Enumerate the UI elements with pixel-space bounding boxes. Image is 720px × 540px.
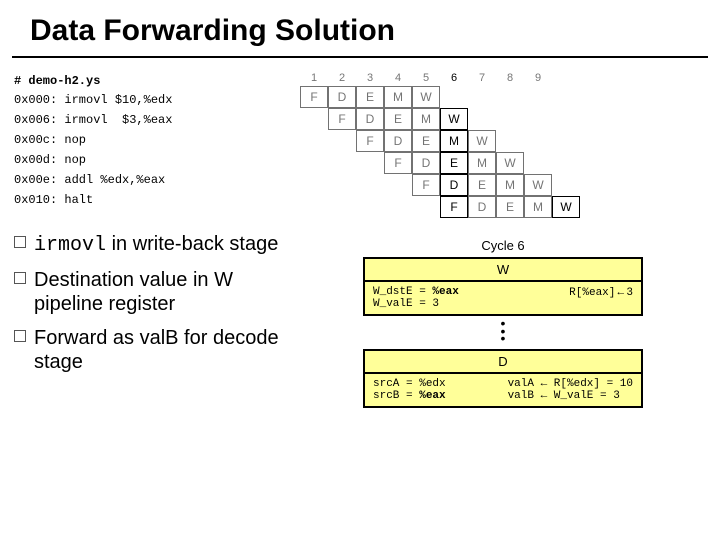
page-title: Data Forwarding Solution	[12, 0, 708, 58]
stage-cell: E	[468, 174, 496, 196]
stage-cell: F	[300, 86, 328, 108]
asm-line: 0x00d: nop	[14, 150, 294, 170]
bullet-item: Forward as valB for decode stage	[14, 326, 294, 374]
right-column: 1 2 3 4 5 6 7 8 9 FDEMWFDEMWFDEMWFDEMWFD…	[294, 68, 706, 412]
d-right: valA ← R[%edx] = 10 valB ← W_valE = 3	[508, 378, 633, 402]
cycle-num: 2	[328, 68, 356, 86]
asm-line: 0x010: halt	[14, 190, 294, 210]
stage-cell: E	[440, 152, 468, 174]
srcA-val: %edx	[419, 378, 445, 390]
bullet-list: irmovl in write-back stage Destination v…	[14, 232, 294, 374]
pipe-grid: FDEMWFDEMWFDEMWFDEMWFDEMWFDEMW	[300, 86, 706, 218]
srcA-label: srcA =	[373, 378, 413, 390]
cycle-num: 6	[440, 68, 468, 86]
pipe-cycle-header: 1 2 3 4 5 6 7 8 9	[300, 68, 706, 86]
cycle-num: 9	[524, 68, 552, 86]
asm-line: 0x000: irmovl $10,%edx	[14, 90, 294, 110]
srcB-val: %eax	[419, 390, 445, 402]
bullet-icon	[14, 236, 26, 248]
bullet-text: Forward as valB for decode stage	[34, 326, 294, 374]
arrow-icon: ←	[615, 286, 626, 298]
w-stage-header: W	[365, 259, 641, 282]
stage-cell: M	[468, 152, 496, 174]
stage-cell: E	[384, 108, 412, 130]
valB-line: valB ← W_valE = 3	[508, 390, 633, 402]
stage-cell: F	[328, 108, 356, 130]
w-reg-target: R[%eax]	[569, 287, 615, 299]
stage-cell: W	[524, 174, 552, 196]
stage-cell: W	[412, 86, 440, 108]
left-column: # demo-h2.ys 0x000: irmovl $10,%edx 0x00…	[14, 68, 294, 412]
stage-cell: M	[384, 86, 412, 108]
stage-cell: M	[440, 130, 468, 152]
content-area: # demo-h2.ys 0x000: irmovl $10,%edx 0x00…	[0, 64, 720, 412]
pipe-row: FDEMW	[300, 130, 706, 152]
pipe-row: FDEMW	[300, 196, 706, 218]
pipe-row: FDEMW	[300, 108, 706, 130]
cycle-num: 7	[468, 68, 496, 86]
stage-cell: F	[384, 152, 412, 174]
stage-cell: M	[524, 196, 552, 218]
stage-cell: F	[356, 130, 384, 152]
valA-line: valA ← R[%edx] = 10	[508, 378, 633, 390]
pipe-row: FDEMW	[300, 86, 706, 108]
w-dstE-label: W_dstE =	[373, 286, 426, 298]
bullet-text: Destination value in W pipeline register	[34, 268, 294, 316]
bullet-icon	[14, 272, 26, 284]
stage-cell: W	[468, 130, 496, 152]
stage-cell: D	[356, 108, 384, 130]
asm-line: 0x00e: addl %edx,%eax	[14, 170, 294, 190]
stage-cell: E	[496, 196, 524, 218]
bullet-text: irmovl in write-back stage	[34, 232, 278, 258]
srcB-label: srcB =	[373, 390, 413, 402]
cycle-num: 3	[356, 68, 384, 86]
stage-cell: F	[440, 196, 468, 218]
asm-line: 0x00c: nop	[14, 130, 294, 150]
bullet-rest: in write-back stage	[106, 233, 278, 255]
stage-cell: M	[412, 108, 440, 130]
stage-cell: D	[440, 174, 468, 196]
w-dstE-val: %eax	[432, 286, 458, 298]
bullet-code: irmovl	[34, 234, 106, 257]
w-valE: W_valE = 3	[373, 298, 459, 310]
bullet-item: irmovl in write-back stage	[14, 232, 294, 258]
cycle-label: Cycle 6	[300, 238, 706, 253]
stage-cell: D	[328, 86, 356, 108]
stage-cell: W	[440, 108, 468, 130]
stage-cell: M	[496, 174, 524, 196]
d-left: srcA = %edx srcB = %eax	[373, 378, 446, 402]
cycle-num: 4	[384, 68, 412, 86]
w-reg-val: 3	[626, 287, 633, 299]
stage-cell: W	[552, 196, 580, 218]
stage-cell: D	[468, 196, 496, 218]
w-right: R[%eax]←3	[569, 286, 633, 310]
stage-cell: E	[356, 86, 384, 108]
cycle-num: 5	[412, 68, 440, 86]
vdots-icon: •••	[300, 320, 706, 343]
pipe-row: FDEMW	[300, 152, 706, 174]
stage-cell: F	[412, 174, 440, 196]
w-left: W_dstE = %eax W_valE = 3	[373, 286, 459, 310]
bullet-item: Destination value in W pipeline register	[14, 268, 294, 316]
asm-line: 0x006: irmovl $3,%eax	[14, 110, 294, 130]
d-stage-box: D srcA = %edx srcB = %eax valA ← R[%edx]…	[363, 349, 643, 408]
asm-filename: # demo-h2.ys	[14, 68, 294, 90]
stage-cell: W	[496, 152, 524, 174]
cycle-num: 8	[496, 68, 524, 86]
bullet-icon	[14, 330, 26, 342]
pipe-row: FDEMW	[300, 174, 706, 196]
d-stage-header: D	[365, 351, 641, 374]
cycle-num: 1	[300, 68, 328, 86]
stage-cell: D	[412, 152, 440, 174]
stage-cell: D	[384, 130, 412, 152]
stage-cell: E	[412, 130, 440, 152]
w-stage-box: W W_dstE = %eax W_valE = 3 R[%eax]←3	[363, 257, 643, 316]
